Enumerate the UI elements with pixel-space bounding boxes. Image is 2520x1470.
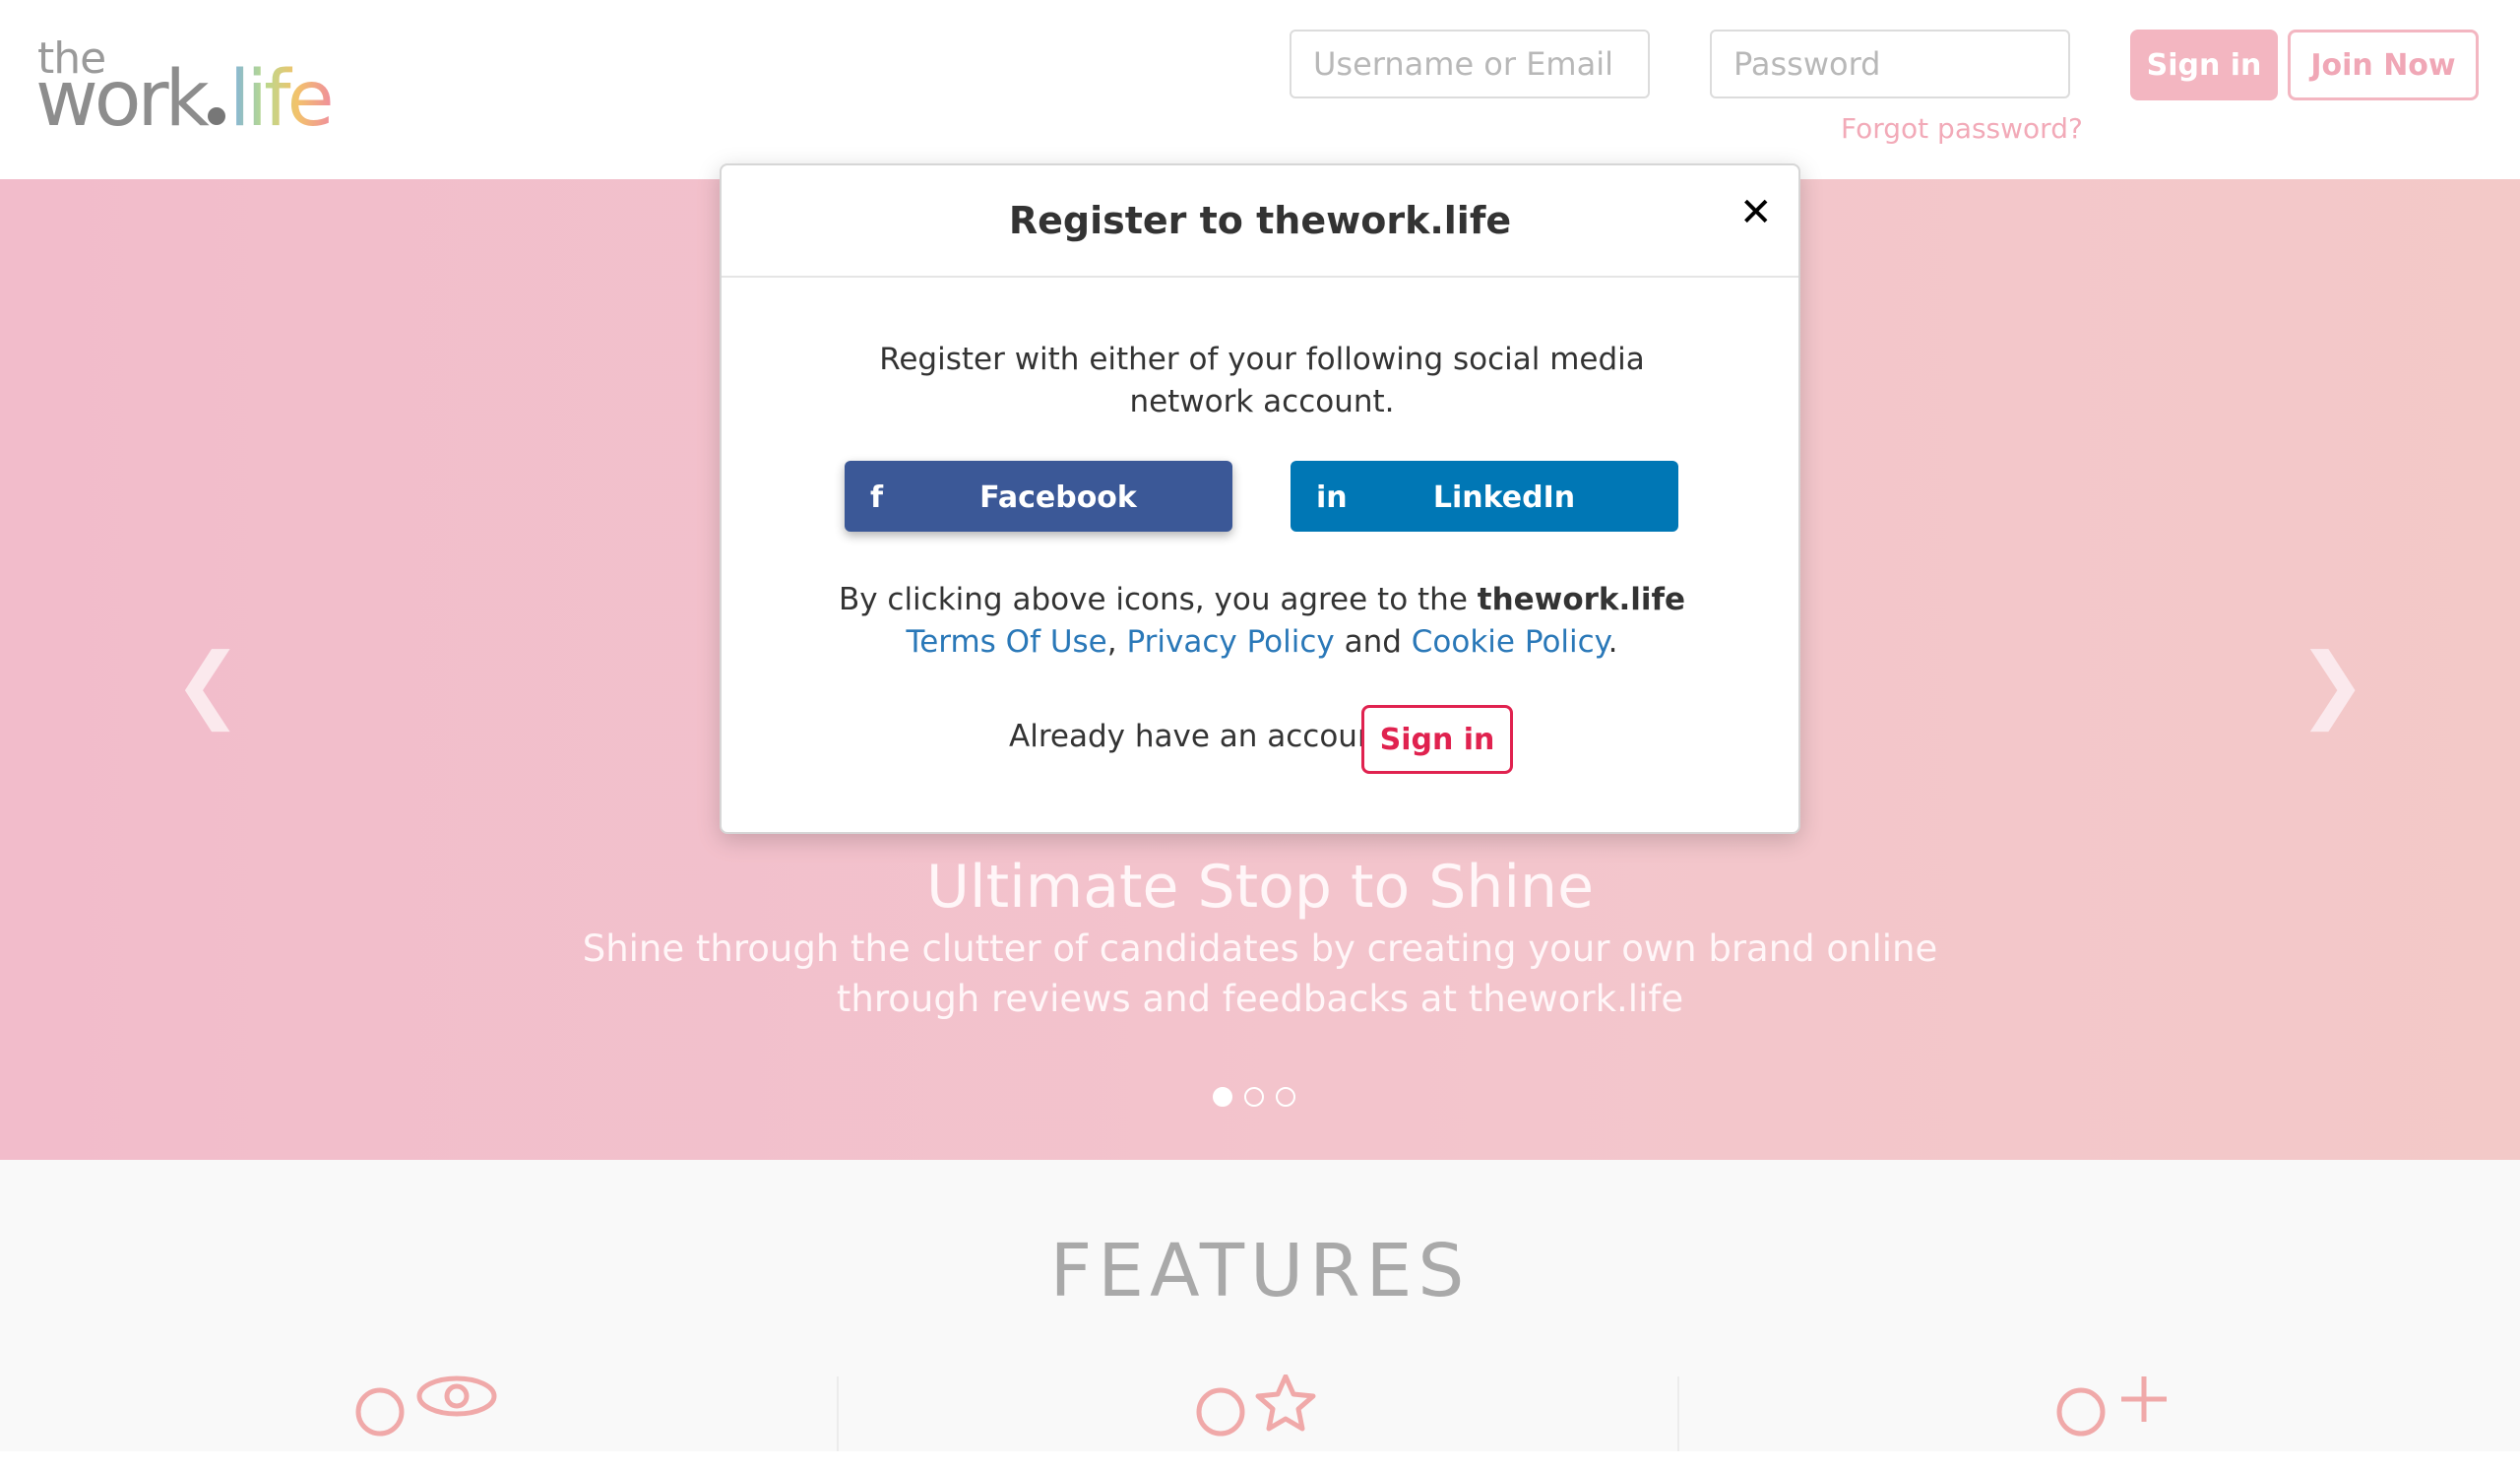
- top-header: the worklife Sign in Join Now Forgot pas…: [0, 0, 2520, 179]
- brand-name: thework.life: [1477, 582, 1686, 617]
- password-input[interactable]: [1710, 30, 2070, 98]
- linkedin-icon: in: [1316, 480, 1348, 515]
- already-account-text: Already have an account?: [1009, 719, 1406, 754]
- forgot-password-link[interactable]: Forgot password?: [1841, 112, 2083, 145]
- carousel-indicators: [1213, 1087, 1295, 1107]
- close-icon[interactable]: ✕: [1739, 193, 1773, 232]
- linkedin-register-button[interactable]: in LinkedIn: [1291, 461, 1678, 532]
- facebook-label: Facebook: [979, 480, 1137, 515]
- chevron-right-icon[interactable]: ❯: [2298, 642, 2366, 725]
- terms-of-use-link[interactable]: Terms Of Use: [907, 624, 1107, 660]
- facebook-register-button[interactable]: f Facebook: [845, 461, 1232, 532]
- terms-agreement-text: By clicking above icons, you agree to th…: [838, 582, 1686, 660]
- privacy-policy-link[interactable]: Privacy Policy: [1126, 624, 1334, 660]
- features-title: FEATURES: [1049, 1229, 1471, 1313]
- modal-title: Register to thework.life: [1008, 199, 1512, 242]
- username-input[interactable]: [1290, 30, 1650, 98]
- site-logo[interactable]: the work life: [35, 33, 350, 144]
- features-section: FEATURES: [0, 1160, 2520, 1451]
- feature-divider: [837, 1376, 839, 1451]
- user-eye-icon: [352, 1374, 500, 1470]
- carousel-dot-3[interactable]: [1276, 1087, 1295, 1107]
- register-intro-text: Register with either of your following s…: [879, 342, 1645, 419]
- cookie-policy-link[interactable]: Cookie Policy: [1412, 624, 1608, 660]
- facebook-icon: f: [870, 480, 884, 515]
- join-now-button[interactable]: Join Now: [2288, 30, 2479, 100]
- carousel-dot-2[interactable]: [1244, 1087, 1264, 1107]
- user-plus-icon: [2053, 1374, 2181, 1470]
- carousel-dot-1[interactable]: [1213, 1087, 1232, 1107]
- user-star-icon: [1193, 1374, 1321, 1470]
- feature-divider: [1677, 1376, 1679, 1451]
- hero-subtitle: Shine through the clutter of candidates …: [582, 927, 1938, 1020]
- hero-title: Ultimate Stop to Shine: [925, 853, 1595, 922]
- chevron-left-icon[interactable]: ❮: [173, 642, 242, 725]
- linkedin-label: LinkedIn: [1432, 480, 1576, 515]
- modal-header: Register to thework.life ✕: [722, 165, 1798, 278]
- header-signin-button[interactable]: Sign in: [2130, 30, 2278, 100]
- modal-signin-button[interactable]: Sign in: [1361, 705, 1513, 774]
- register-modal: Register to thework.life ✕ Register with…: [720, 163, 1800, 834]
- logo-wordmark: work life: [35, 55, 335, 144]
